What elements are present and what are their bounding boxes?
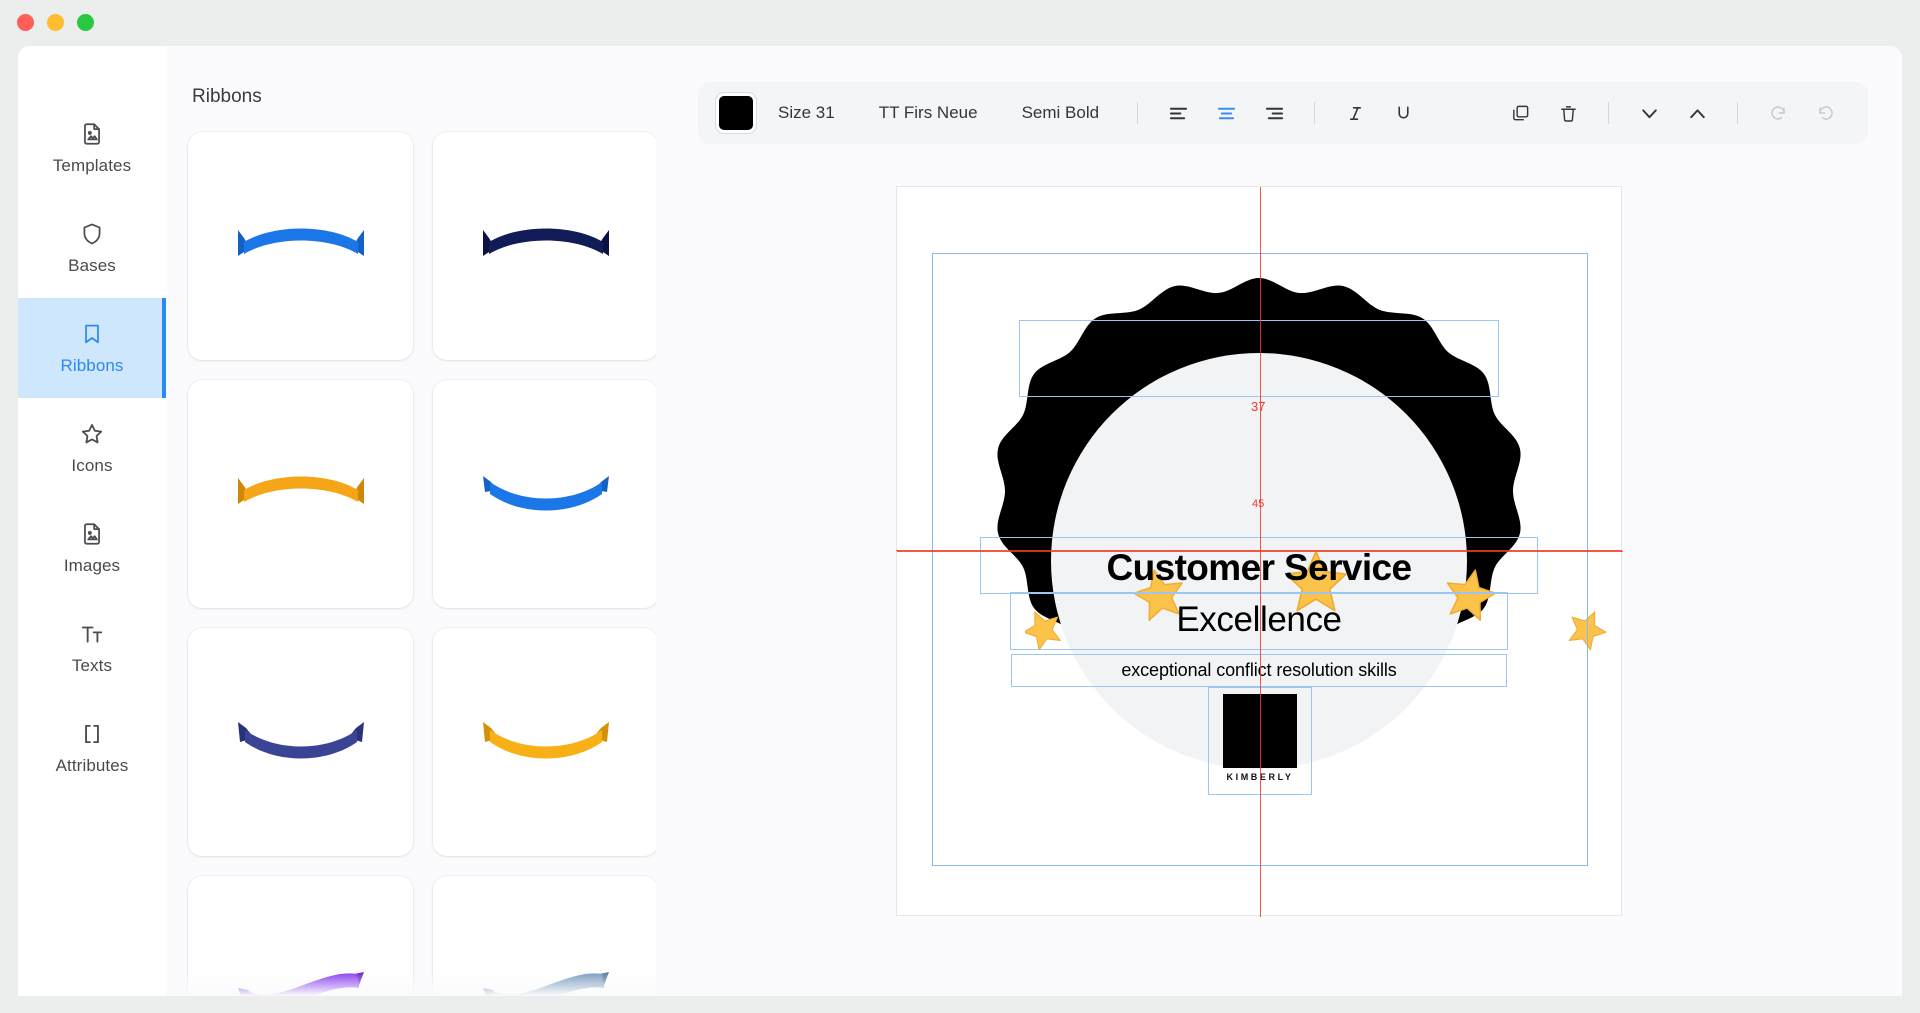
sidebar-item-attributes[interactable]: Attributes [18, 698, 166, 798]
sidebar-item-label: Ribbons [60, 355, 124, 375]
sidebar-item-label: Texts [71, 655, 113, 675]
text-toolbar: Size 31 TT Firs Neue Semi Bold [698, 82, 1868, 144]
badge-design[interactable]: Customer Service Excellence exceptional … [968, 270, 1607, 852]
redo-icon[interactable] [1807, 94, 1845, 132]
document-icon [79, 121, 105, 147]
ribbon-arc-navy-graphic [482, 228, 609, 256]
align-left-icon[interactable] [1159, 94, 1197, 132]
ribbon-tile-banner-indigo[interactable] [188, 628, 413, 856]
ribbon-grid [188, 132, 656, 996]
ribbon-arc-orange-graphic [237, 476, 364, 504]
star-icon [1568, 611, 1607, 651]
sidebar-item-label: Attributes [55, 755, 129, 775]
move-up-icon[interactable] [1678, 94, 1716, 132]
ribbon-wave-steelblue-graphic [482, 972, 609, 996]
traffic-lights [17, 14, 94, 31]
text-icon [79, 621, 105, 647]
delete-icon[interactable] [1549, 94, 1587, 132]
toolbar-divider [1608, 102, 1609, 124]
ribbon-banner-blue-graphic [482, 476, 609, 511]
ribbon-tile-arc-navy[interactable] [433, 132, 656, 360]
badge-subtitle-text[interactable]: Excellence [968, 600, 1550, 640]
toolbar-divider [1314, 102, 1316, 124]
underline-icon[interactable] [1384, 94, 1422, 132]
sidebar-item-label: Templates [52, 155, 132, 175]
shield-icon [79, 221, 105, 247]
sidebar-item-label: Images [63, 555, 121, 575]
badge-description-text[interactable]: exceptional conflict resolution skills [968, 660, 1550, 681]
sidebar: Templates Bases Ribbons Icons Images Tex… [18, 46, 166, 996]
minimize-button[interactable] [47, 14, 64, 31]
italic-icon[interactable] [1336, 94, 1374, 132]
asset-panel: Ribbons [166, 46, 656, 996]
ribbon-tile-banner-blue[interactable] [433, 380, 656, 608]
toolbar-divider [1737, 102, 1738, 124]
toolbar-divider [1137, 102, 1139, 124]
image-icon [79, 521, 105, 547]
title-bar [0, 0, 1920, 46]
star-icon [79, 421, 105, 447]
align-right-icon[interactable] [1255, 94, 1293, 132]
color-swatch-button[interactable] [716, 93, 756, 133]
dimension-label-subtitle: 45 [1252, 498, 1265, 510]
panel-title: Ribbons [192, 86, 262, 107]
canvas-stage: Size 31 TT Firs Neue Semi Bold Customer … [656, 46, 1902, 996]
sidebar-item-icons[interactable]: Icons [18, 398, 166, 498]
sidebar-item-label: Icons [71, 455, 113, 475]
font-family-control[interactable]: TT Firs Neue [857, 103, 1000, 123]
bookmark-icon [79, 321, 105, 347]
sidebar-item-images[interactable]: Images [18, 498, 166, 598]
sidebar-item-templates[interactable]: Templates [18, 98, 166, 198]
brackets-icon [79, 721, 105, 747]
dimension-label-title: 37 [1251, 399, 1266, 414]
badge-title-text[interactable]: Customer Service [968, 547, 1550, 589]
align-center-icon[interactable] [1207, 94, 1245, 132]
sidebar-item-bases[interactable]: Bases [18, 198, 166, 298]
font-weight-control[interactable]: Semi Bold [1000, 103, 1121, 123]
horizontal-guide-extension [896, 550, 1622, 552]
zoom-button[interactable] [77, 14, 94, 31]
ribbon-banner-yellow-graphic [482, 722, 609, 759]
sidebar-item-ribbons[interactable]: Ribbons [18, 298, 166, 398]
font-size-control[interactable]: Size 31 [756, 103, 857, 123]
ribbon-tile-wave-purple[interactable] [188, 876, 413, 996]
sidebar-item-label: Bases [68, 255, 116, 275]
close-button[interactable] [17, 14, 34, 31]
move-down-icon[interactable] [1630, 94, 1668, 132]
ribbon-tile-arc-blue[interactable] [188, 132, 413, 360]
ribbon-arc-blue-graphic [237, 228, 364, 256]
ribbon-tile-arc-orange[interactable] [188, 380, 413, 608]
undo-icon[interactable] [1759, 94, 1797, 132]
app-window: Templates Bases Ribbons Icons Images Tex… [0, 0, 1920, 1013]
duplicate-icon[interactable] [1501, 94, 1539, 132]
app-shell: Templates Bases Ribbons Icons Images Tex… [18, 46, 1902, 996]
ribbon-tile-banner-yellow[interactable] [433, 628, 656, 856]
ribbon-tile-wave-steelblue[interactable] [433, 876, 656, 996]
ribbon-wave-purple-graphic [237, 972, 364, 996]
sidebar-item-texts[interactable]: Texts [18, 598, 166, 698]
ribbon-banner-indigo-graphic [237, 722, 364, 759]
